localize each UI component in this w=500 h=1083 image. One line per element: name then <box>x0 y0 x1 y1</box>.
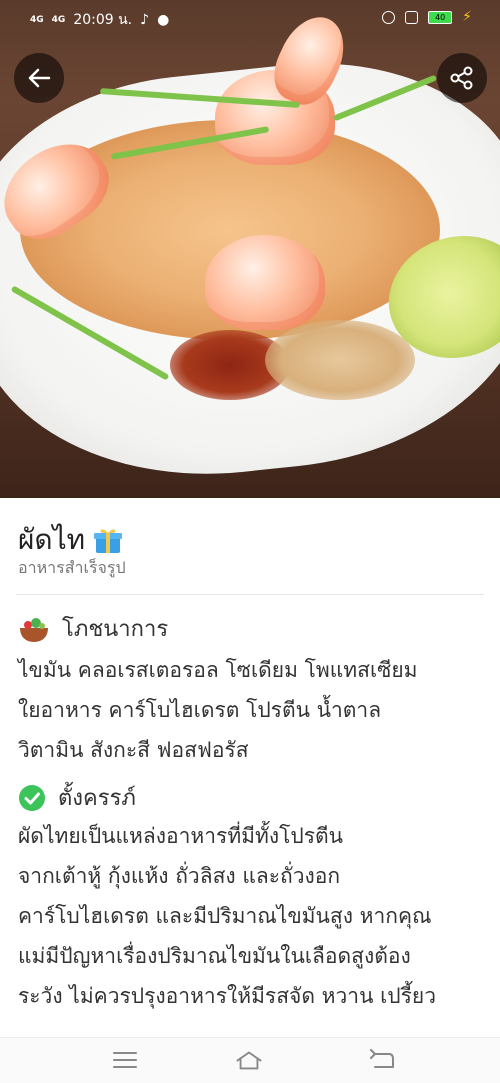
check-circle-icon <box>19 784 45 811</box>
category-subtitle: อาหารสำเร็จรูป <box>18 558 126 577</box>
pregnancy-line: ผัดไทยเป็นแหล่งอาหารที่มีทั้งโปรตีน <box>18 824 343 848</box>
tiktok-icon: ♪ <box>140 12 150 28</box>
vibrate-icon <box>405 10 419 24</box>
pregnancy-line: ระวัง ไม่ควรปรุงอาหารให้มีรสจัด หวาน เปร… <box>18 984 436 1008</box>
clock: 20:09 น. <box>73 12 133 28</box>
nav-back-button[interactable] <box>366 1048 396 1072</box>
status-bar: 4G 4G 20:09 น. ♪ ● 40 ⚡ <box>0 0 500 36</box>
pregnancy-heading: ตั้งครรภ์ <box>18 780 136 815</box>
divider <box>16 594 484 595</box>
nutrition-heading: โภชนาการ <box>18 611 168 646</box>
pregnancy-description: ผัดไทยเป็นแหล่งอาหารที่มีทั้งโปรตีน จากเ… <box>18 816 490 1016</box>
nutrition-list: ไขมัน คลอเรสเตอรอล โซเดียม โพแทสเซียม ใย… <box>18 650 490 770</box>
charging-icon: ⚡ <box>462 9 472 25</box>
detail-content: ผัดไท อาหารสำเร็จรูป โภชนาการ ไขมัน คลอเ… <box>0 498 500 1038</box>
crushed-peanuts <box>265 320 415 400</box>
pregnancy-heading-label: ตั้งครรภ์ <box>58 786 136 811</box>
pregnancy-line: จากเต้าหู้ กุ้งแห้ง ถั่วลิสง และถั่วงอก <box>18 864 341 888</box>
home-icon <box>236 1051 262 1070</box>
salad-bowl-icon <box>20 617 48 642</box>
share-icon <box>450 66 473 90</box>
share-button[interactable] <box>437 53 487 103</box>
pregnancy-line: คาร์โบไฮเดรต และมีปริมาณไขมันสูง หากคุณ <box>18 904 432 928</box>
nutrition-heading-label: โภชนาการ <box>62 617 169 642</box>
back-icon <box>370 1049 394 1068</box>
home-button[interactable] <box>234 1048 264 1072</box>
gift-icon <box>94 529 123 553</box>
menu-icon <box>113 1052 137 1068</box>
battery-indicator: 40 <box>428 10 453 24</box>
menu-button[interactable] <box>110 1048 140 1072</box>
back-button[interactable] <box>14 53 64 103</box>
nutrition-line: ใยอาหาร คาร์โบไฮเดรต โปรตีน น้ำตาล <box>18 698 382 722</box>
shrimp <box>205 235 325 330</box>
system-nav-bar <box>0 1037 500 1083</box>
nutrition-line: ไขมัน คลอเรสเตอรอล โซเดียม โพแทสเซียม <box>18 658 418 682</box>
signal-indicator: 4G <box>51 15 66 25</box>
pregnancy-line: แม่มีปัญหาเรื่องปริมาณไขมันในเลือดสูงต้อ… <box>18 944 411 968</box>
nutrition-line: วิตามิน สังกะสี ฟอสฟอรัส <box>18 738 249 762</box>
alarm-icon <box>382 10 396 24</box>
hero-food-image <box>0 0 500 498</box>
signal-indicator: 4G <box>30 15 44 25</box>
arrow-left-icon <box>28 68 51 88</box>
messenger-icon: ● <box>157 12 170 28</box>
